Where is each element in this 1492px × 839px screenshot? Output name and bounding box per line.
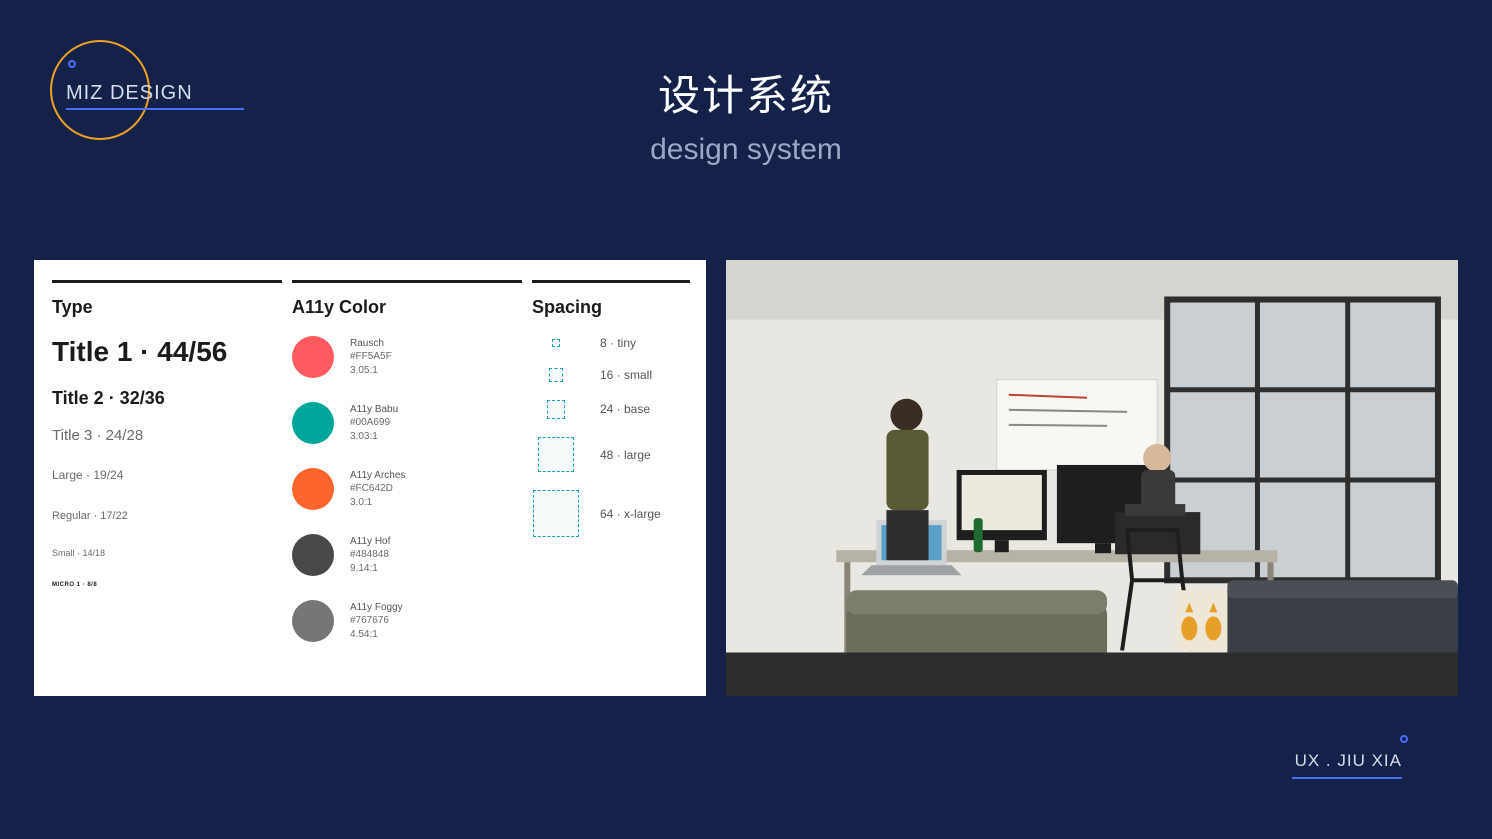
- swatch-ratio: 3.0:1: [350, 496, 405, 510]
- spacing-box-icon: [547, 400, 566, 419]
- footer-credit: UX . JIU XIA: [1292, 751, 1402, 779]
- color-swatch-row: A11y Babu#00A6993.03:1: [292, 402, 522, 444]
- color-swatch-meta: Rausch#FF5A5F3.05:1: [350, 337, 392, 378]
- type-micro: MICRO 1 · 8/8: [52, 582, 282, 588]
- type-regular: Regular · 17/22: [52, 510, 282, 522]
- type-large: Large · 19/24: [52, 468, 282, 482]
- spacing-row: 48 · large: [532, 437, 690, 473]
- swatch-hex: #FF5A5F: [350, 350, 392, 364]
- design-system-panel: Type Title 1 · 44/56 Title 2 · 32/36 Tit…: [34, 260, 706, 696]
- spacing-label: 64 · x-large: [600, 507, 661, 521]
- spacing-box-wrap: [532, 339, 580, 347]
- spacing-box-wrap: [532, 490, 580, 537]
- spacing-box-icon: [533, 490, 580, 537]
- swatch-name: A11y Arches: [350, 469, 405, 483]
- page-title-block: 设计系统 design system: [0, 62, 1492, 167]
- footer-dot-icon: [1400, 735, 1408, 743]
- color-swatch-meta: A11y Arches#FC642D3.0:1: [350, 469, 405, 510]
- swatch-ratio: 3.05:1: [350, 364, 392, 378]
- color-swatch-row: A11y Foggy#7676764.54:1: [292, 600, 522, 642]
- spacing-label: 24 · base: [600, 402, 650, 416]
- color-heading: A11y Color: [292, 297, 522, 318]
- color-swatch-icon: [292, 402, 334, 444]
- spacing-box-icon: [538, 437, 574, 473]
- spacing-box-icon: [549, 368, 562, 381]
- footer-text: UX . JIU XIA: [1292, 751, 1402, 771]
- color-column: A11y Color Rausch#FF5A5F3.05:1A11y Babu#…: [292, 280, 522, 686]
- column-rule: [532, 280, 690, 283]
- color-swatch-meta: A11y Babu#00A6993.03:1: [350, 403, 398, 444]
- swatch-name: Rausch: [350, 337, 392, 351]
- swatch-name: A11y Babu: [350, 403, 398, 417]
- office-photo-illustration: [726, 260, 1458, 696]
- spacing-label: 48 · large: [600, 448, 651, 462]
- swatch-ratio: 9.14:1: [350, 562, 390, 576]
- color-swatch-icon: [292, 336, 334, 378]
- color-swatch-meta: A11y Foggy#7676764.54:1: [350, 601, 403, 642]
- swatch-ratio: 3.03:1: [350, 430, 398, 444]
- spacing-box-icon: [552, 339, 560, 347]
- spacing-box-wrap: [532, 437, 580, 473]
- spacing-label: 8 · tiny: [600, 336, 636, 350]
- color-swatch-icon: [292, 600, 334, 642]
- column-rule: [52, 280, 282, 283]
- type-column: Type Title 1 · 44/56 Title 2 · 32/36 Tit…: [52, 280, 282, 686]
- spacing-column: Spacing 8 · tiny 16 · small 24 · base 48 · …: [532, 280, 690, 686]
- spacing-row: 8 · tiny: [532, 336, 690, 350]
- page-title-en: design system: [0, 133, 1492, 167]
- spacing-box-wrap: [532, 400, 580, 419]
- spacing-row: 64 · x-large: [532, 490, 690, 537]
- type-title3: Title 3 · 24/28: [52, 427, 282, 444]
- page-title-cn: 设计系统: [0, 62, 1492, 123]
- swatch-name: A11y Hof: [350, 535, 390, 549]
- color-swatch-row: Rausch#FF5A5F3.05:1: [292, 336, 522, 378]
- type-small: Small · 14/18: [52, 548, 282, 558]
- swatch-ratio: 4.54:1: [350, 628, 403, 642]
- swatch-hex: #00A699: [350, 416, 398, 430]
- color-swatch-row: A11y Hof#4848489.14:1: [292, 534, 522, 576]
- type-title1: Title 1 · 44/56: [52, 336, 282, 368]
- swatch-name: A11y Foggy: [350, 601, 403, 615]
- type-title2: Title 2 · 32/36: [52, 388, 282, 409]
- type-heading: Type: [52, 297, 282, 318]
- office-photo-panel: [726, 260, 1458, 696]
- color-swatch-meta: A11y Hof#4848489.14:1: [350, 535, 390, 576]
- swatch-hex: #484848: [350, 548, 390, 562]
- swatch-hex: #767676: [350, 614, 403, 628]
- spacing-label: 16 · small: [600, 368, 652, 382]
- content-row: Type Title 1 · 44/56 Title 2 · 32/36 Tit…: [34, 260, 1458, 696]
- color-swatch-icon: [292, 534, 334, 576]
- spacing-box-wrap: [532, 368, 580, 381]
- color-swatch-row: A11y Arches#FC642D3.0:1: [292, 468, 522, 510]
- color-swatch-icon: [292, 468, 334, 510]
- swatch-hex: #FC642D: [350, 482, 405, 496]
- footer-underline: [1292, 777, 1402, 779]
- spacing-heading: Spacing: [532, 297, 690, 318]
- spacing-row: 16 · small: [532, 368, 690, 382]
- column-rule: [292, 280, 522, 283]
- spacing-row: 24 · base: [532, 400, 690, 419]
